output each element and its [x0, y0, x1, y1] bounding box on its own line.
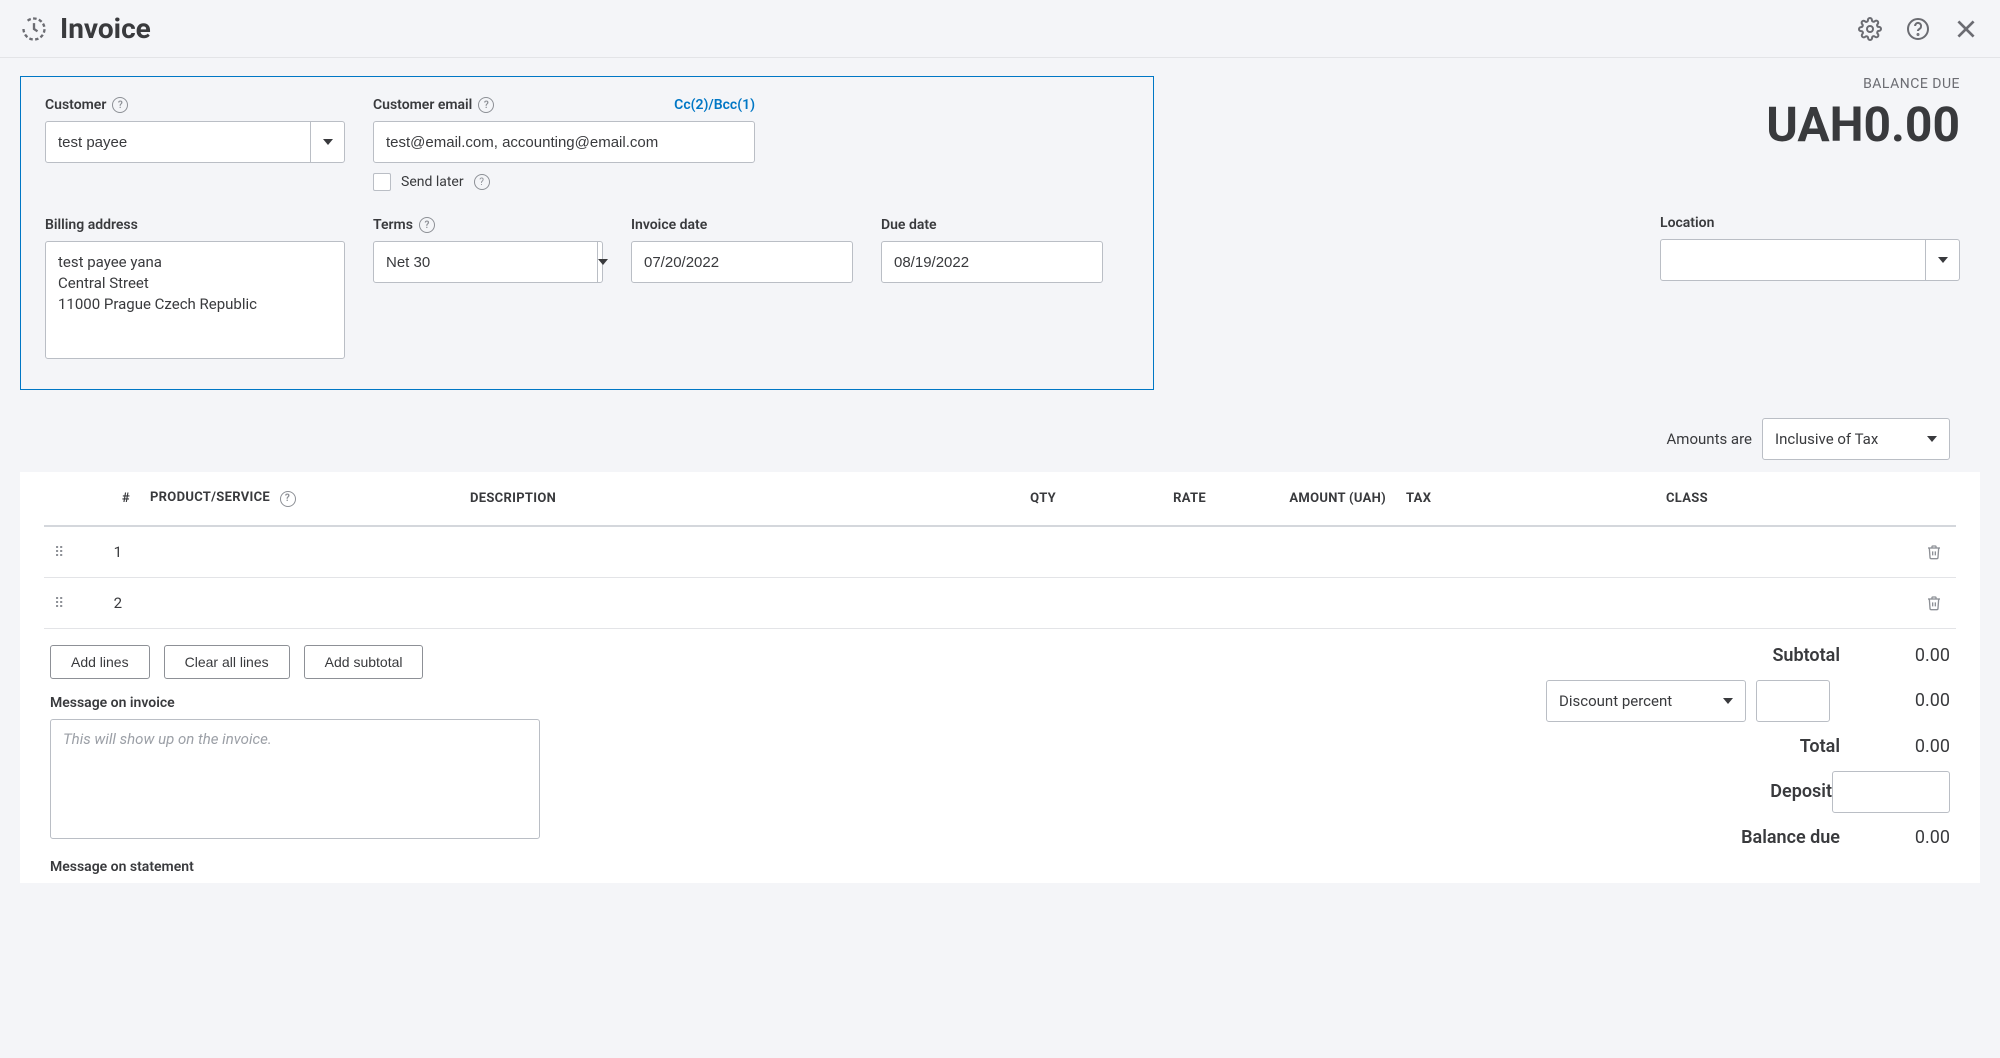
- balance-due-box: BALANCE DUE UAH0.00: [1766, 76, 1970, 153]
- chevron-down-icon[interactable]: [1925, 240, 1959, 280]
- message-on-invoice-label: Message on invoice: [50, 695, 540, 711]
- invoice-date-input[interactable]: [631, 241, 853, 283]
- trash-icon[interactable]: [1926, 594, 1946, 612]
- customer-email-label: Customer email: [373, 97, 472, 113]
- balance-due-total-value: 0.00: [1840, 827, 1950, 848]
- trash-icon[interactable]: [1926, 543, 1946, 561]
- customer-label: Customer: [45, 97, 106, 113]
- terms-dropdown[interactable]: [373, 241, 603, 283]
- message-on-statement-label: Message on statement: [50, 859, 540, 875]
- col-num: #: [80, 472, 140, 526]
- billing-address-label: Billing address: [45, 217, 138, 233]
- help-icon[interactable]: ?: [419, 217, 435, 233]
- amounts-are-value: Inclusive of Tax: [1763, 430, 1915, 448]
- col-amount: AMOUNT (UAH): [1216, 472, 1396, 526]
- subtotal-label: Subtotal: [1390, 645, 1840, 666]
- balance-due-total-label: Balance due: [1390, 827, 1840, 848]
- history-icon[interactable]: [20, 15, 48, 43]
- discount-type-dropdown[interactable]: Discount percent: [1546, 680, 1746, 722]
- chevron-down-icon[interactable]: [1915, 419, 1949, 459]
- col-description: DESCRIPTION: [460, 472, 936, 526]
- location-label: Location: [1660, 215, 1960, 231]
- total-value: 0.00: [1840, 736, 1950, 757]
- deposit-input[interactable]: [1832, 771, 1950, 813]
- discount-amount-input[interactable]: [1756, 680, 1830, 722]
- discount-type-value: Discount percent: [1547, 692, 1711, 710]
- total-label: Total: [1390, 736, 1840, 757]
- invoice-date-label: Invoice date: [631, 217, 707, 233]
- message-on-invoice-input[interactable]: [50, 719, 540, 839]
- invoice-fields-box: Customer ? Customer email ? Cc(2): [20, 76, 1154, 390]
- drag-handle-icon[interactable]: ⠿: [54, 545, 65, 561]
- add-lines-button[interactable]: Add lines: [50, 645, 150, 679]
- col-rate: RATE: [1066, 472, 1216, 526]
- col-qty: QTY: [936, 472, 1066, 526]
- help-icon[interactable]: ?: [280, 491, 296, 507]
- help-icon[interactable]: ?: [112, 97, 128, 113]
- table-row[interactable]: ⠿ 2: [44, 577, 1956, 628]
- clear-all-lines-button[interactable]: Clear all lines: [164, 645, 290, 679]
- col-product: PRODUCT/SERVICE: [150, 490, 270, 505]
- customer-input[interactable]: [46, 122, 310, 162]
- col-tax: TAX: [1396, 472, 1656, 526]
- location-dropdown[interactable]: [1660, 239, 1960, 281]
- amounts-are-label: Amounts are: [1667, 430, 1752, 448]
- send-later-checkbox[interactable]: [373, 173, 391, 191]
- terms-label: Terms: [373, 217, 413, 233]
- chevron-down-icon[interactable]: [310, 122, 344, 162]
- terms-input[interactable]: [374, 242, 597, 282]
- balance-due-value: UAH0.00: [1766, 96, 1960, 153]
- cc-bcc-link[interactable]: Cc(2)/Bcc(1): [674, 97, 755, 113]
- due-date-label: Due date: [881, 217, 937, 233]
- line-items-table: # PRODUCT/SERVICE ? DESCRIPTION QTY RATE…: [20, 472, 1980, 629]
- col-class: CLASS: [1656, 472, 1916, 526]
- subtotal-value: 0.00: [1840, 645, 1950, 666]
- row-num: 2: [80, 577, 140, 628]
- add-subtotal-button[interactable]: Add subtotal: [304, 645, 424, 679]
- discount-value: 0.00: [1840, 690, 1950, 711]
- close-icon[interactable]: [1952, 15, 1980, 43]
- help-header-icon[interactable]: [1904, 15, 1932, 43]
- amounts-are-dropdown[interactable]: Inclusive of Tax: [1762, 418, 1950, 460]
- page-title: Invoice: [60, 12, 151, 45]
- send-later-label: Send later: [401, 174, 464, 190]
- header-bar: Invoice: [0, 0, 2000, 58]
- deposit-label: Deposit: [1390, 781, 1832, 802]
- row-num: 1: [80, 526, 140, 578]
- table-row[interactable]: ⠿ 1: [44, 526, 1956, 578]
- help-icon[interactable]: ?: [478, 97, 494, 113]
- gear-icon[interactable]: [1856, 15, 1884, 43]
- customer-email-input[interactable]: [373, 121, 755, 163]
- balance-due-label: BALANCE DUE: [1766, 76, 1960, 92]
- customer-dropdown[interactable]: [45, 121, 345, 163]
- help-icon[interactable]: ?: [474, 174, 490, 190]
- chevron-down-icon[interactable]: [1711, 681, 1745, 721]
- billing-address-input[interactable]: test payee yana Central Street 11000 Pra…: [45, 241, 345, 359]
- due-date-input[interactable]: [881, 241, 1103, 283]
- chevron-down-icon[interactable]: [597, 242, 608, 282]
- drag-handle-icon[interactable]: ⠿: [54, 596, 65, 612]
